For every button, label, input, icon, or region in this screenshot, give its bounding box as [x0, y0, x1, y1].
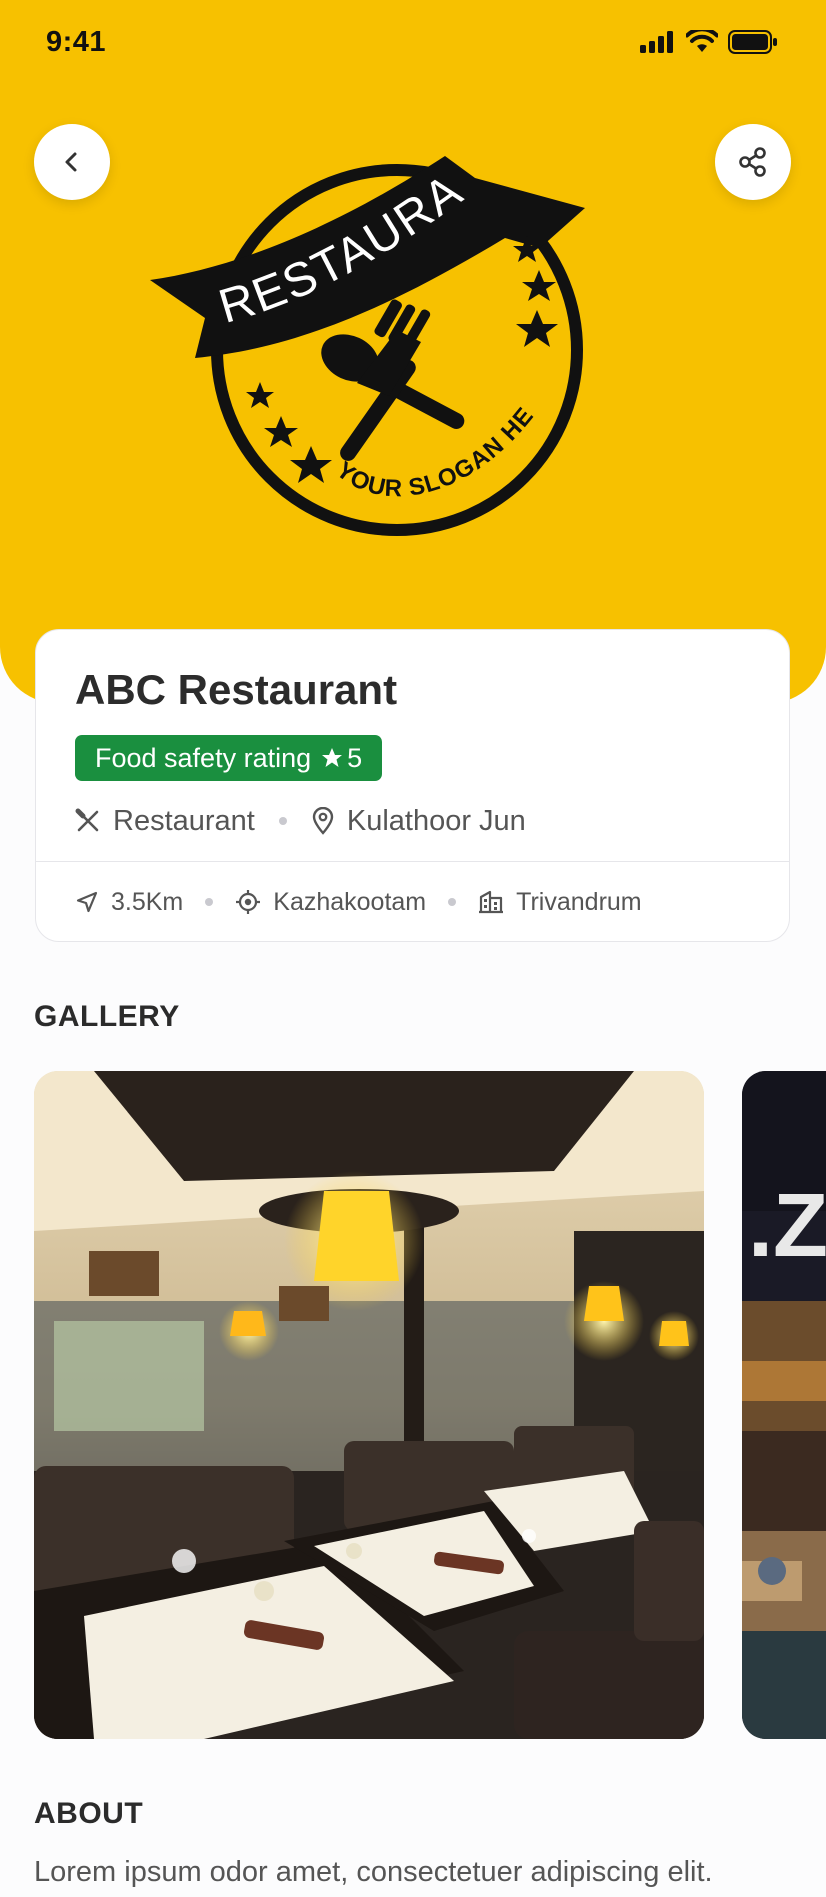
category-label: Restaurant [113, 804, 255, 837]
battery-icon [728, 30, 777, 54]
secondary-photo: .Z [742, 1071, 826, 1739]
signal-icon [640, 31, 673, 53]
area-item: Kazhakootam [235, 888, 426, 917]
restaurant-interior-photo [34, 1071, 704, 1739]
rating-label: Food safety rating [95, 742, 312, 773]
city-item: Trivandrum [478, 888, 642, 917]
city-label: Trivandrum [516, 887, 642, 916]
location-label: Kulathoor Jun [346, 804, 526, 837]
restaurant-info-card: ABC Restaurant Food safety rating 5 Rest… [35, 629, 790, 942]
about-text: Lorem ipsum odor amet, consectetuer adip… [34, 1856, 713, 1888]
building-icon [479, 890, 504, 914]
separator-dot [205, 898, 214, 906]
status-time: 9:41 [46, 26, 107, 58]
restaurant-name: ABC Restaurant [75, 666, 398, 713]
share-icon [739, 147, 766, 177]
distance-label: 3.5Km [111, 887, 184, 916]
category-location-row: Restaurant Kulathoor Jun [75, 800, 526, 842]
gallery-image-restaurant-interior[interactable] [34, 1071, 704, 1739]
restaurant-logo: RESTAURANT YOUR SLOGAN HERE [145, 148, 585, 536]
back-button[interactable] [34, 124, 110, 200]
location-item: Kulathoor Jun [311, 805, 526, 838]
separator-dot [278, 817, 287, 825]
category-item: Restaurant [75, 805, 255, 838]
gallery-image-secondary[interactable]: .Z [742, 1071, 826, 1739]
area-label: Kazhakootam [273, 887, 427, 916]
share-button[interactable] [715, 124, 791, 200]
separator-dot [448, 898, 457, 906]
status-bar: 9:41 [0, 0, 826, 88]
card-divider [36, 861, 789, 862]
chevron-left-icon [65, 152, 77, 172]
rating-value-group: 5 [321, 743, 362, 774]
rating-value: 5 [347, 742, 363, 773]
svg-text:.Z: .Z [748, 1176, 826, 1276]
wifi-icon [686, 30, 718, 52]
star-icon [322, 748, 343, 767]
status-icons [640, 30, 778, 54]
cutlery-icon [75, 808, 99, 832]
about-title: ABOUT [34, 1797, 144, 1830]
location-pin-icon [312, 807, 334, 835]
target-location-icon [236, 890, 261, 914]
distance-area-city-row: 3.5Km Kazhakootam Trivandrum [75, 882, 642, 922]
gallery-title: GALLERY [34, 1000, 180, 1033]
navigation-arrow-icon [76, 891, 98, 913]
distance-item: 3.5Km [75, 888, 183, 917]
food-safety-rating-badge: Food safety rating 5 [75, 735, 383, 781]
